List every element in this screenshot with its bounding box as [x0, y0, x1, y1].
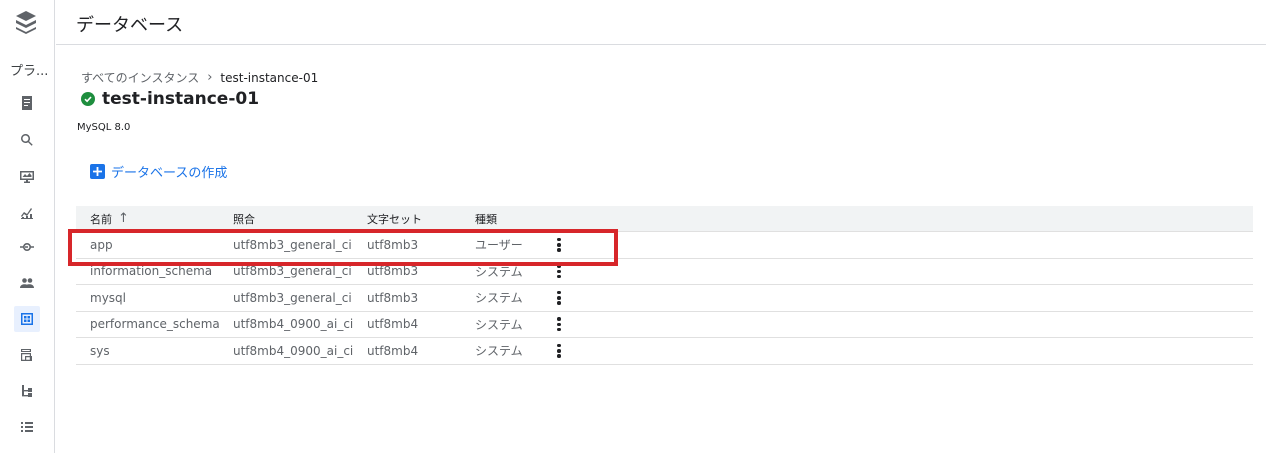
cell-type: ユーザー [475, 238, 523, 253]
cell-type: システム [475, 291, 523, 306]
table-row: mysql utf8mb3_general_ci utf8mb3 システム [76, 285, 1253, 312]
column-header-collation[interactable]: 照合 [233, 211, 367, 227]
cell-collation: utf8mb3_general_ci [233, 264, 352, 279]
cell-name: mysql [90, 290, 126, 305]
database-grid-icon [21, 313, 33, 325]
create-database-label: データベースの作成 [111, 166, 228, 181]
more-vert-icon[interactable] [553, 290, 565, 306]
breadcrumb-current: test-instance-01 [220, 70, 319, 85]
instance-version: MySQL 8.0 [77, 122, 131, 133]
cell-collation: utf8mb4_0900_ai_ci [233, 343, 354, 358]
cell-name: app [90, 237, 113, 252]
breadcrumb-all-instances[interactable]: すべてのインスタンス [81, 69, 199, 86]
table-row: sys utf8mb4_0900_ai_ci utf8mb4 システム [76, 338, 1253, 365]
page-title: データベース [76, 15, 184, 36]
column-header-name-label: 名前 [90, 212, 112, 226]
backup-icon [21, 349, 32, 361]
more-vert-icon[interactable] [553, 316, 565, 332]
cell-type: システム [475, 317, 523, 332]
connection-icon [20, 243, 34, 251]
nav-overview[interactable] [14, 90, 40, 116]
cell-type: システム [475, 344, 523, 359]
more-vert-icon[interactable] [553, 237, 565, 253]
table-row: performance_schema utf8mb4_0900_ai_ci ut… [76, 312, 1253, 338]
hierarchy-icon [22, 385, 32, 397]
databases-table: 名前 ↑ 照合 文字セット 種類 app utf8mb3_general_ci … [76, 206, 1253, 365]
page-header: データベース [56, 0, 1266, 45]
rail-product-title: プラ... [10, 64, 49, 79]
column-header-charset[interactable]: 文字セット [367, 211, 475, 227]
sort-ascending-icon[interactable]: ↑ [118, 211, 129, 226]
create-database-button[interactable]: データベースの作成 [90, 162, 227, 181]
product-logo-icon[interactable] [12, 8, 40, 36]
cell-charset: utf8mb3 [367, 290, 419, 305]
cell-charset: utf8mb4 [367, 317, 419, 332]
nav-connections[interactable] [14, 234, 40, 260]
breadcrumb: すべてのインスタンス › test-instance-01 [81, 69, 318, 86]
nav-users[interactable] [14, 270, 40, 296]
users-icon [20, 278, 34, 288]
nav-replicas[interactable] [14, 378, 40, 404]
nav-backups[interactable] [14, 342, 40, 368]
chart-icon [21, 208, 33, 219]
cell-collation: utf8mb3_general_ci [233, 290, 352, 305]
left-nav-rail: プラ... [0, 0, 55, 453]
nav-databases[interactable] [14, 306, 40, 332]
column-header-name[interactable]: 名前 ↑ [76, 211, 233, 227]
cell-type: システム [475, 264, 523, 279]
nav-operations[interactable] [14, 414, 40, 440]
cell-charset: utf8mb3 [367, 237, 419, 252]
cell-charset: utf8mb3 [367, 264, 419, 279]
cell-name: information_schema [90, 264, 213, 279]
search-icon [21, 134, 33, 146]
add-icon [90, 164, 105, 179]
document-icon [22, 96, 32, 110]
cell-collation: utf8mb4_0900_ai_ci [233, 317, 354, 332]
monitor-icon [20, 171, 34, 183]
nav-system-insights[interactable] [14, 163, 40, 189]
chevron-right-icon: › [207, 70, 213, 85]
instance-header: test-instance-01 [81, 89, 259, 109]
table-row: app utf8mb3_general_ci utf8mb3 ユーザー [76, 232, 1253, 259]
list-icon [21, 422, 33, 432]
nav-monitoring[interactable] [14, 199, 40, 225]
column-header-type[interactable]: 種類 [475, 211, 553, 227]
table-header-row: 名前 ↑ 照合 文字セット 種類 [76, 206, 1253, 232]
check-circle-icon [81, 92, 95, 106]
more-vert-icon[interactable] [553, 343, 565, 359]
nav-query-insights[interactable] [14, 127, 40, 153]
more-vert-icon[interactable] [553, 263, 565, 279]
cell-name: performance_schema [90, 317, 220, 332]
cell-charset: utf8mb4 [367, 343, 419, 358]
cell-collation: utf8mb3_general_ci [233, 237, 352, 252]
table-row: information_schema utf8mb3_general_ci ut… [76, 259, 1253, 285]
instance-name: test-instance-01 [102, 89, 260, 109]
cell-name: sys [90, 343, 110, 358]
